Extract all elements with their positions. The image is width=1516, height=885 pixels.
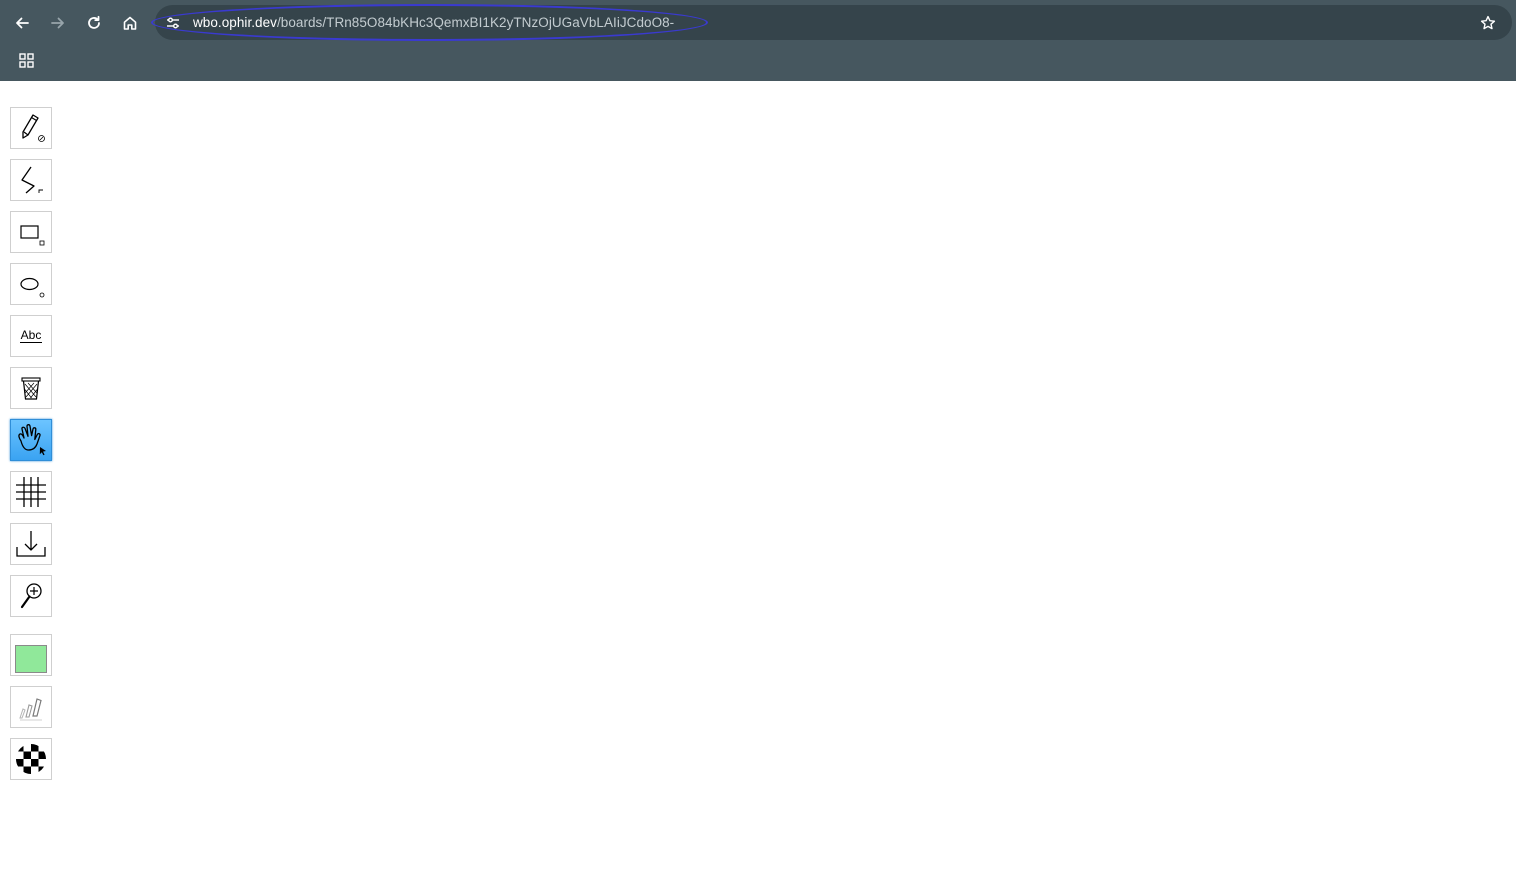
zoom-icon <box>20 583 42 609</box>
ellipse-icon <box>20 277 45 298</box>
grid-icon <box>16 477 46 507</box>
zoom-tool-button[interactable] <box>10 575 52 617</box>
pencil-size-icon <box>19 698 42 721</box>
line-tool-button[interactable] <box>10 159 52 201</box>
forward-arrow-icon <box>51 17 64 29</box>
hand-tool-button[interactable] <box>10 419 52 461</box>
back-arrow-icon <box>16 17 29 29</box>
apps-button[interactable] <box>16 50 36 70</box>
grid-tool-button[interactable] <box>10 471 52 513</box>
forward-button[interactable] <box>43 8 73 38</box>
url-path: /boards/TRn85O84bKHc3QemxBI1K2yTNzOjUGaV… <box>276 15 675 30</box>
size-tool-button[interactable] <box>10 686 52 728</box>
rectangle-icon <box>20 225 45 246</box>
back-button[interactable] <box>7 8 37 38</box>
color-swatch <box>15 645 47 673</box>
pencil-icon <box>22 114 45 142</box>
apps-grid-icon <box>18 52 34 68</box>
address-bar[interactable]: wbo.ophir.dev/boards/TRn85O84bKHc3QemxBI… <box>155 5 1512 40</box>
drawing-canvas[interactable] <box>0 81 1516 885</box>
text-icon: Abc <box>19 328 43 343</box>
download-icon <box>16 531 46 557</box>
opacity-tool-button[interactable] <box>10 738 52 780</box>
tune-icon <box>167 17 179 29</box>
ellipse-tool-button[interactable] <box>10 263 52 305</box>
download-tool-button[interactable] <box>10 523 52 565</box>
url-text[interactable]: wbo.ophir.dev/boards/TRn85O84bKHc3QemxBI… <box>193 14 674 31</box>
rectangle-tool-button[interactable] <box>10 211 52 253</box>
color-picker-button[interactable] <box>10 634 52 676</box>
opacity-icon <box>16 744 46 774</box>
url-host: wbo.ophir.dev <box>193 15 277 30</box>
reload-button[interactable] <box>79 8 109 38</box>
hand-icon <box>18 424 46 456</box>
star-icon <box>1480 15 1496 30</box>
text-tool-button[interactable]: Abc <box>10 315 52 357</box>
trash-icon <box>21 377 41 400</box>
site-info-button[interactable] <box>163 13 183 33</box>
line-icon <box>21 166 43 194</box>
browser-chrome: wbo.ophir.dev/boards/TRn85O84bKHc3QemxBI… <box>0 0 1516 81</box>
pencil-tool-button[interactable] <box>10 107 52 149</box>
bookmark-button[interactable] <box>1478 13 1498 33</box>
home-icon <box>123 16 137 30</box>
eraser-tool-button[interactable] <box>10 367 52 409</box>
home-button[interactable] <box>115 8 145 38</box>
reload-icon <box>88 15 100 29</box>
